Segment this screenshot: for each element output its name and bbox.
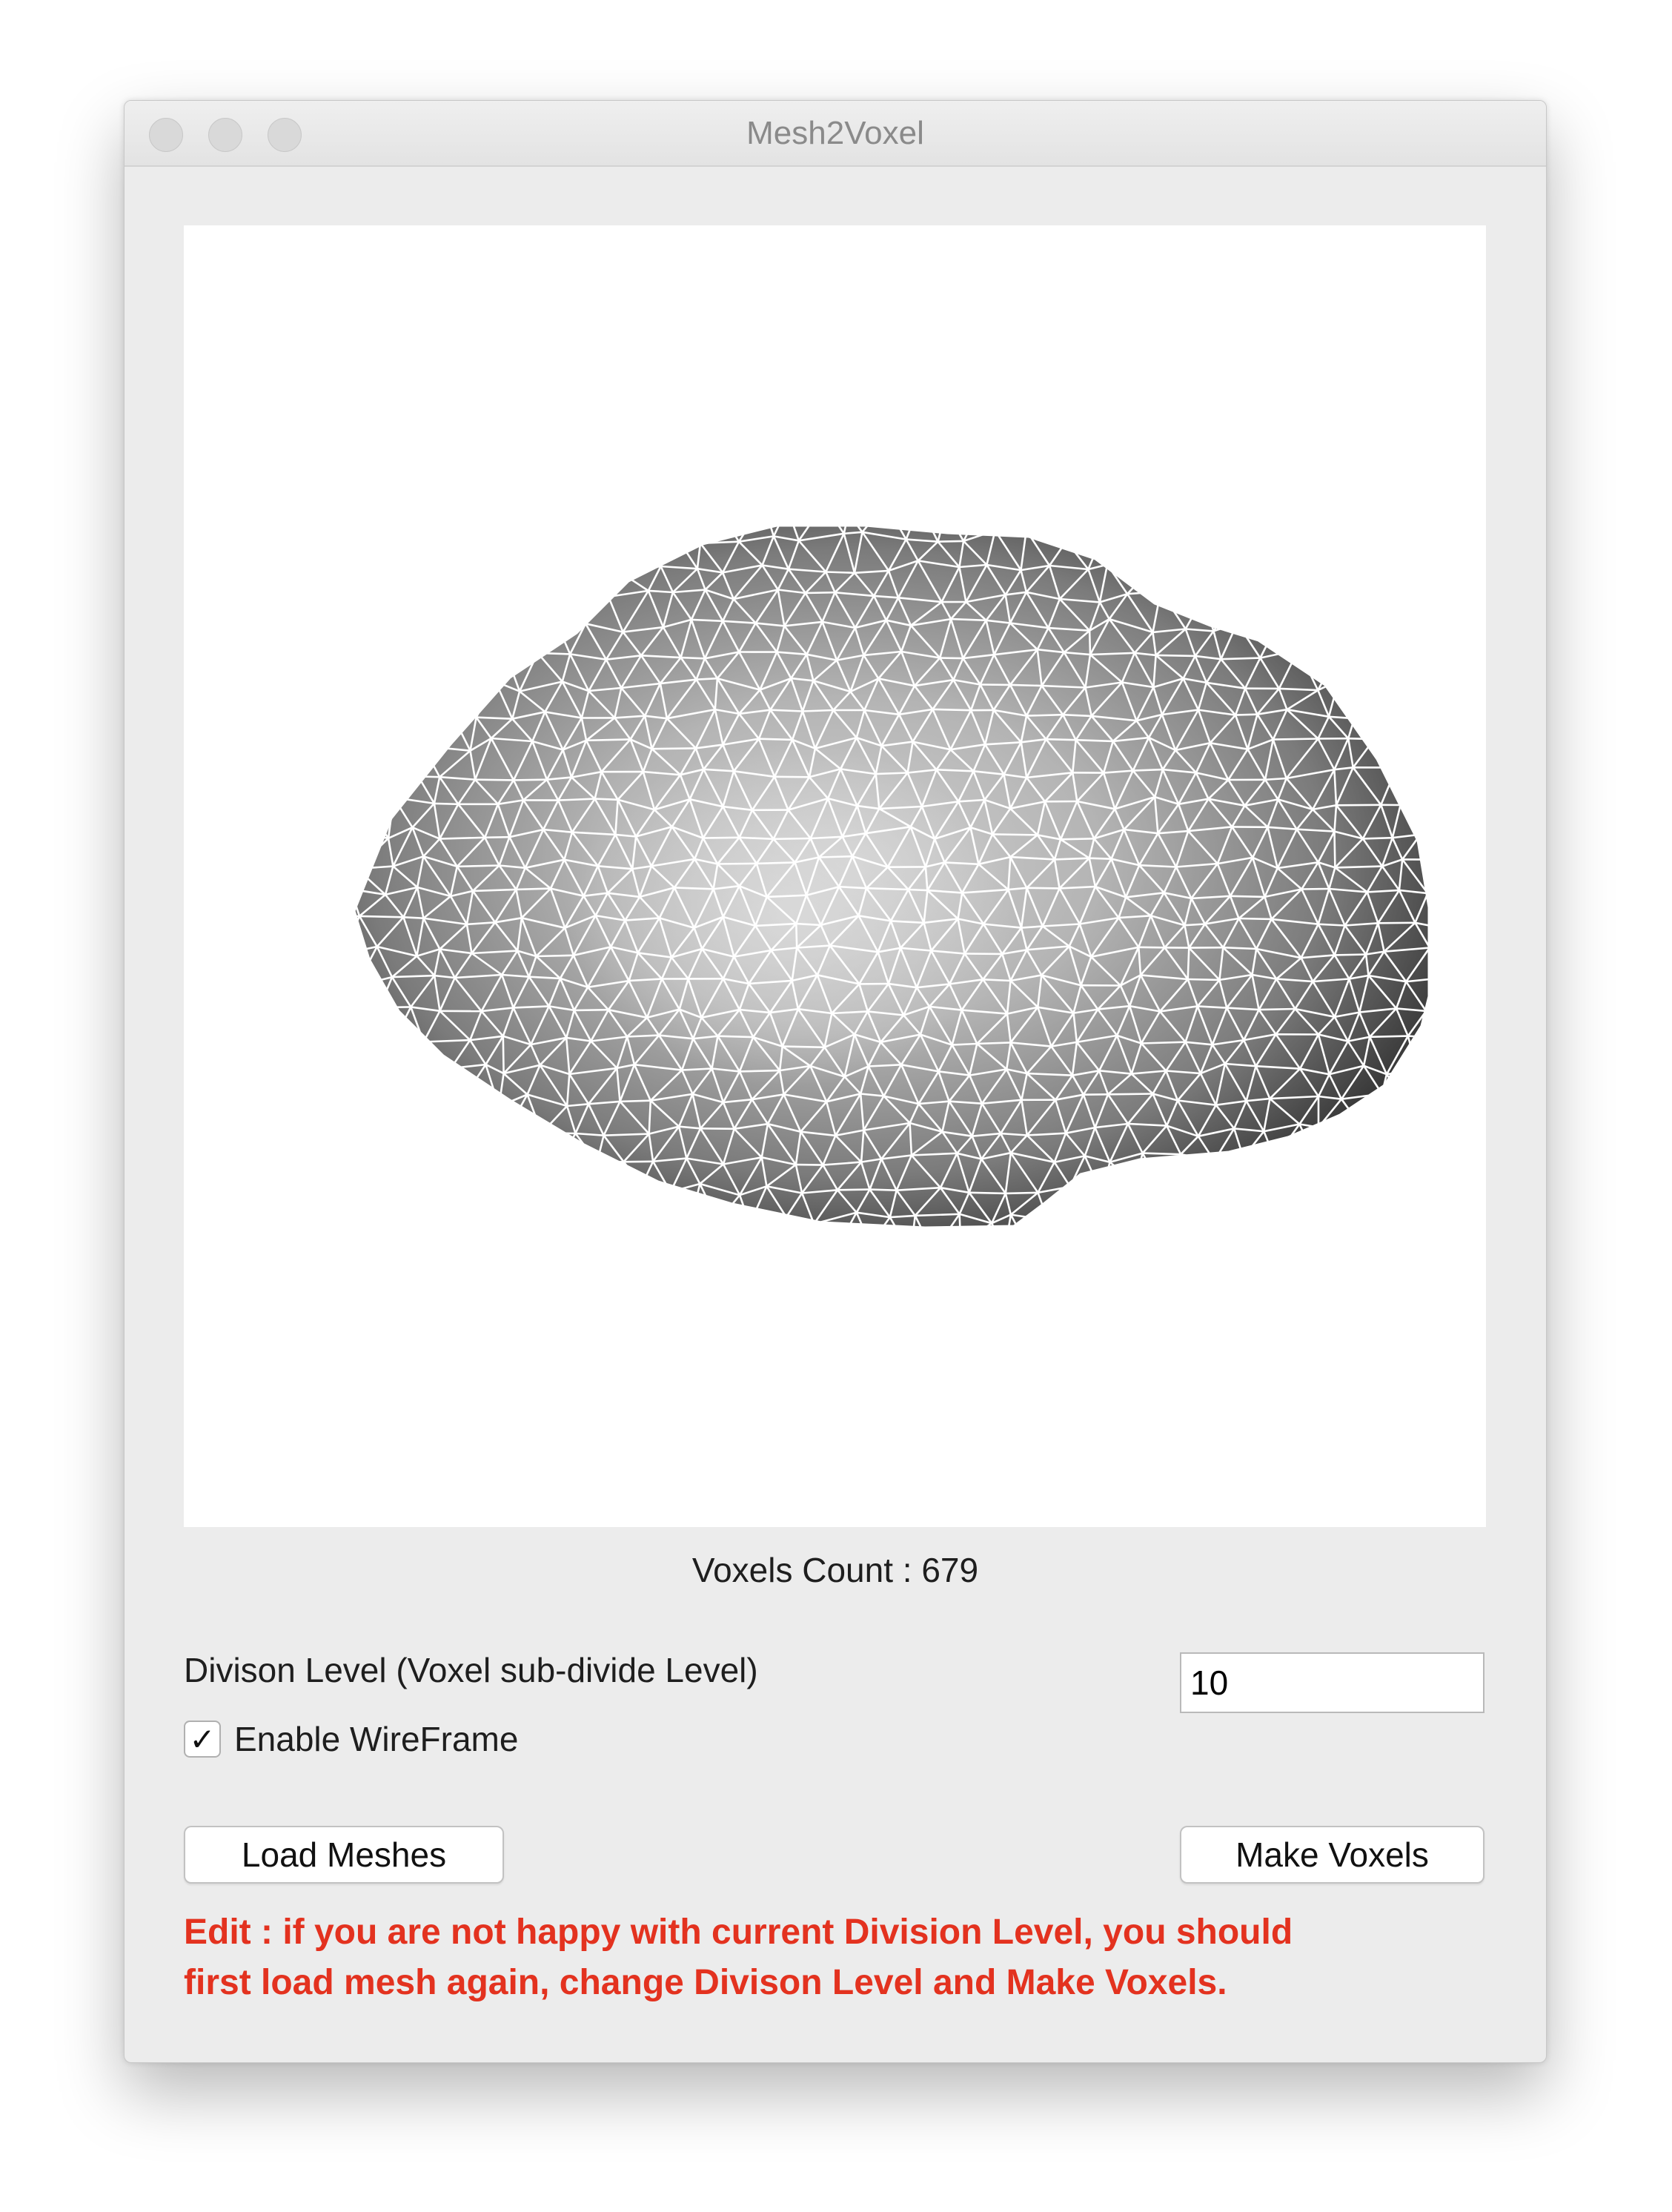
edit-note-line-2: first load mesh again, change Divison Le… bbox=[184, 1963, 1227, 2002]
window-title: Mesh2Voxel bbox=[746, 115, 924, 151]
app-window: Mesh2Voxel Voxels Count: 679 Divison Le… bbox=[124, 100, 1547, 2063]
division-level-label: Divison Level (Voxel sub-divide Level) bbox=[184, 1651, 758, 1689]
mesh-highlight bbox=[569, 744, 1014, 1085]
load-meshes-button[interactable]: Load Meshes bbox=[184, 1826, 504, 1884]
division-level-input[interactable] bbox=[1180, 1652, 1484, 1713]
mesh-viewport[interactable] bbox=[184, 225, 1486, 1527]
edit-note: Edit : if you are not happy with current… bbox=[184, 1907, 1503, 2008]
enable-wireframe-row[interactable]: ✓ Enable WireFrame bbox=[184, 1717, 518, 1761]
wireframe-mesh-render bbox=[353, 524, 1430, 1229]
enable-wireframe-label[interactable]: Enable WireFrame bbox=[234, 1719, 518, 1759]
enable-wireframe-checkbox[interactable]: ✓ bbox=[184, 1721, 221, 1758]
title-bar[interactable]: Mesh2Voxel bbox=[125, 101, 1546, 167]
edit-note-line-1: Edit : if you are not happy with current… bbox=[184, 1913, 1293, 1952]
voxels-count-label: Voxels Count : 679 bbox=[691, 1551, 979, 1589]
make-voxels-button[interactable]: Make Voxels bbox=[1180, 1826, 1484, 1884]
